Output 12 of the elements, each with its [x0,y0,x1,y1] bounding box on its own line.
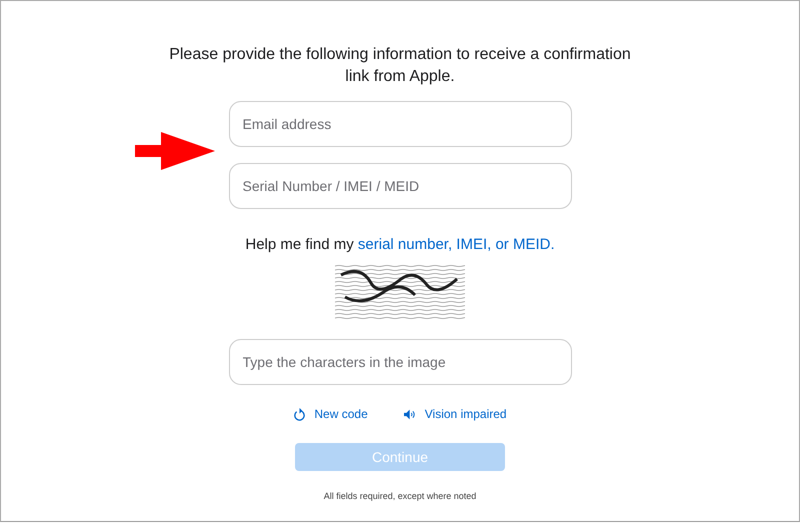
footer-text: All fields required, except where noted [324,491,476,501]
arrow-icon [134,132,214,170]
link[interactable]: New code [314,407,368,421]
help-link[interactable]: serial number, IMEI, or MEID. [358,236,555,253]
link[interactable]: Vision impaired [424,407,507,421]
input-field[interactable]: Type the characters in the image [228,339,572,385]
help-text: Help me find my [245,236,354,253]
intro-text: Please provide the following information to receive a confirmation link from Apple. [168,45,632,87]
speaker-icon [404,408,417,420]
input-field[interactable]: Serial Number / IMEI / MEID [228,163,572,209]
input-field[interactable]: Email address [228,101,572,147]
refresh-icon [293,408,306,420]
